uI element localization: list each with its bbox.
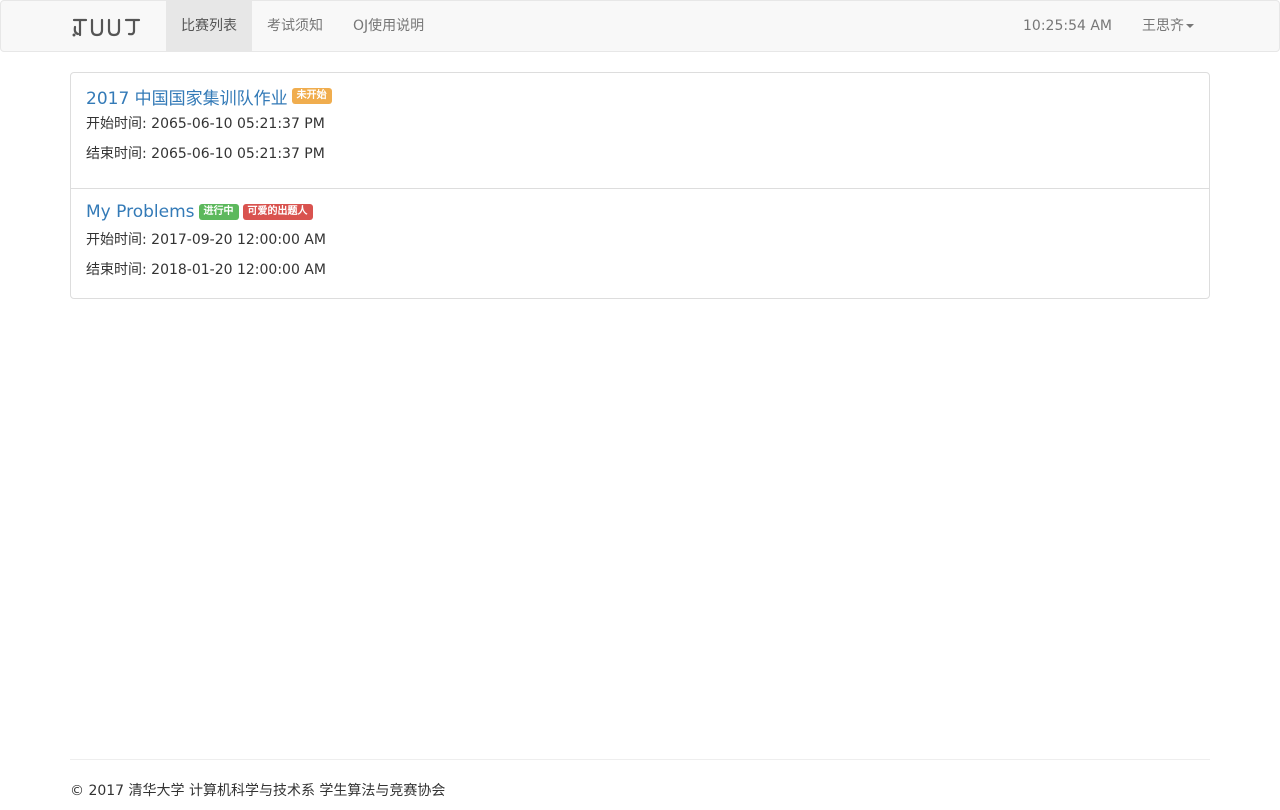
nav-contest-list[interactable]: 比赛列表 xyxy=(166,1,252,52)
server-clock: 10:25:54 AM xyxy=(1023,18,1112,34)
nav-exam-notice[interactable]: 考试须知 xyxy=(252,1,338,52)
footer-copyright: © 2017 清华大学 计算机科学与技术系 学生算法与竞赛协会 xyxy=(70,783,446,799)
contest-item: 2017 中国国家集训队作业 未开始 开始时间: 2065-06-10 05:2… xyxy=(71,73,1209,188)
main-nav: 比赛列表 考试须知 OJ使用说明 xyxy=(166,1,439,52)
user-name: 王思齐 xyxy=(1142,18,1184,34)
status-badge-not-started: 未开始 xyxy=(291,88,332,104)
caret-down-icon xyxy=(1186,24,1194,28)
user-menu-dropdown[interactable]: 王思齐 xyxy=(1127,1,1209,52)
contest-start-time: 开始时间: 2017-09-20 12:00:00 AM xyxy=(86,232,326,248)
contest-item: My Problems 进行中 可爱的出题人 开始时间: 2017-09-20 … xyxy=(71,188,1209,298)
contest-end-time: 结束时间: 2018-01-20 12:00:00 AM xyxy=(86,262,326,278)
contest-list: 2017 中国国家集训队作业 未开始 开始时间: 2065-06-10 05:2… xyxy=(70,72,1210,299)
nav-right: 10:25:54 AM 王思齐 xyxy=(1008,1,1209,52)
nav-oj-guide[interactable]: OJ使用说明 xyxy=(338,1,439,52)
role-badge-setter: 可爱的出题人 xyxy=(242,204,313,220)
contest-title-row: 2017 中国国家集训队作业 未开始 xyxy=(86,83,1194,109)
contest-title-row: My Problems 进行中 可爱的出题人 xyxy=(86,199,1194,225)
footer-divider xyxy=(70,759,1210,760)
contest-end-time: 结束时间: 2065-06-10 05:21:37 PM xyxy=(86,146,325,162)
status-badge-running: 进行中 xyxy=(198,204,239,220)
contest-start-time: 开始时间: 2065-06-10 05:21:37 PM xyxy=(86,116,325,132)
top-navbar: 比赛列表 考试须知 OJ使用说明 10:25:54 AM 王思齐 xyxy=(0,0,1280,52)
contest-title-link[interactable]: My Problems xyxy=(86,202,195,222)
brand-logo[interactable] xyxy=(71,15,149,39)
contest-title-link[interactable]: 2017 中国国家集训队作业 xyxy=(86,84,288,109)
